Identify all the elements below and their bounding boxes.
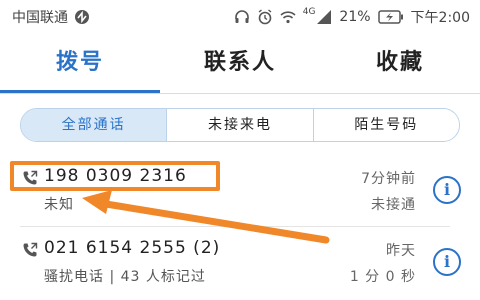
call-caller-label: 骚扰电话 | 43 人标记过 bbox=[44, 269, 206, 285]
filter-unknown-numbers[interactable]: 陌生号码 bbox=[312, 109, 459, 141]
data-saver-icon bbox=[75, 10, 89, 24]
call-info-button[interactable]: i bbox=[433, 248, 461, 276]
tabs-divider bbox=[0, 93, 480, 94]
filter-all-calls[interactable]: 全部通话 bbox=[21, 109, 167, 141]
call-filter-segmented-control: 全部通话 未接来电 陌生号码 bbox=[20, 108, 460, 142]
signal-icon bbox=[317, 10, 332, 24]
battery-charging-icon bbox=[377, 10, 403, 24]
call-time: 7分钟前 bbox=[361, 171, 416, 187]
tab-contacts[interactable]: 联系人 bbox=[160, 40, 320, 92]
clock: 下午2:00 bbox=[410, 10, 470, 26]
status-bar: 中国联通 4G 21% 下午2:00 bbox=[0, 0, 480, 32]
carrier-name: 中国联通 bbox=[12, 10, 68, 26]
call-duration: 1 分 0 秒 bbox=[349, 269, 416, 285]
network-type-label: 4G bbox=[302, 7, 316, 17]
outgoing-call-icon bbox=[23, 242, 38, 257]
call-log-row[interactable]: 021 6154 2555 (2) 骚扰电话 | 43 人标记过 昨天 1 分 … bbox=[0, 232, 480, 298]
headphones-icon bbox=[234, 10, 249, 23]
alarm-icon bbox=[258, 9, 272, 25]
tab-dialer[interactable]: 拨号 bbox=[0, 40, 160, 92]
annotation-highlight-box bbox=[10, 161, 220, 191]
status-right: 4G 21% 下午2:00 bbox=[234, 7, 470, 27]
call-number: 021 6154 2555 (2) bbox=[44, 238, 221, 258]
status-left: 中国联通 bbox=[12, 7, 90, 27]
tab-favorites[interactable]: 收藏 bbox=[320, 40, 480, 92]
call-status: 未接通 bbox=[371, 197, 416, 213]
call-info-button[interactable]: i bbox=[433, 176, 461, 204]
battery-percent: 21% bbox=[339, 9, 371, 25]
row-divider bbox=[20, 226, 450, 227]
call-time: 昨天 bbox=[386, 243, 416, 259]
main-tabs: 拨号 联系人 收藏 bbox=[0, 40, 480, 92]
wifi-icon bbox=[280, 11, 296, 24]
call-caller-label: 未知 bbox=[44, 197, 74, 213]
filter-missed-calls[interactable]: 未接来电 bbox=[166, 109, 313, 141]
